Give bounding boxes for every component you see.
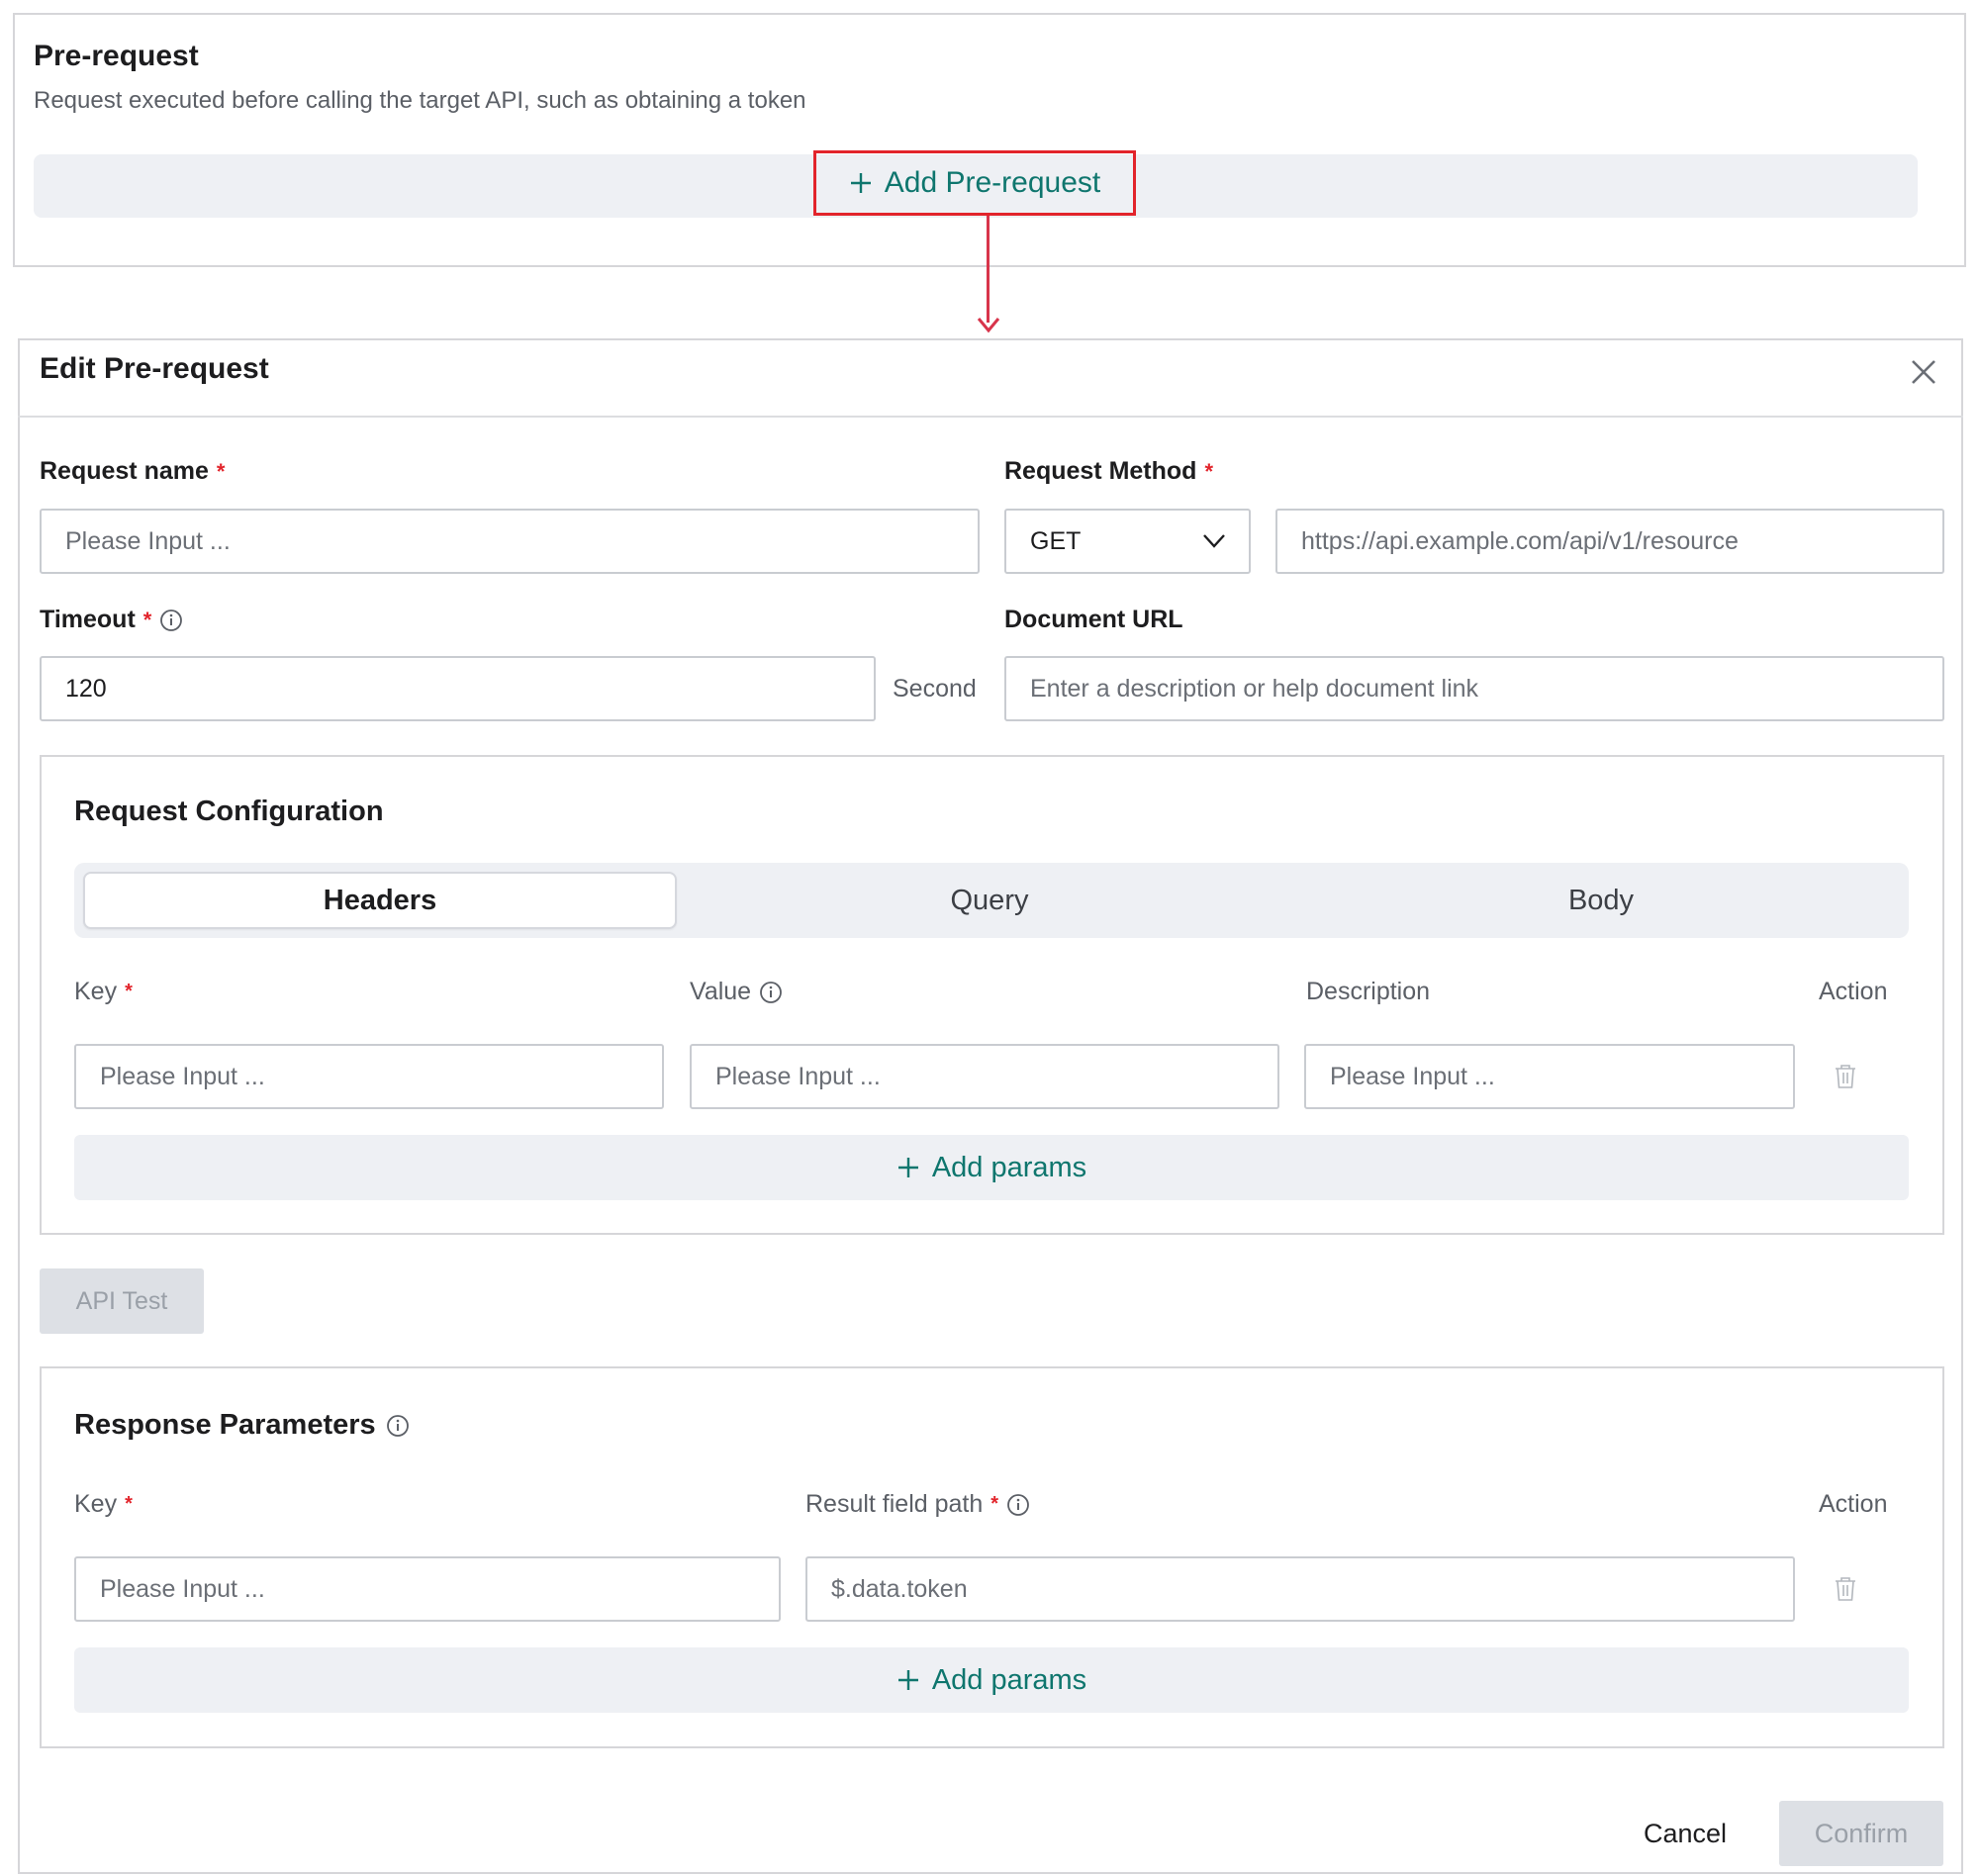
request-configuration-title: Request Configuration: [74, 796, 384, 828]
document-url-input[interactable]: Enter a description or help document lin…: [1004, 656, 1944, 721]
timeout-unit: Second: [893, 675, 977, 703]
required-mark: *: [990, 1493, 999, 1515]
required-mark: *: [1204, 458, 1214, 484]
response-column-key: Key *: [74, 1490, 133, 1519]
tab-headers[interactable]: Headers: [83, 872, 677, 929]
header-description-placeholder: Please Input ...: [1330, 1062, 1495, 1090]
chevron-down-icon: [1203, 534, 1225, 548]
required-mark: *: [125, 981, 133, 1002]
delete-response-row-button[interactable]: [1831, 1573, 1860, 1605]
response-parameters-title-text: Response Parameters: [74, 1409, 376, 1441]
header-description-input[interactable]: Please Input ...: [1304, 1044, 1795, 1109]
trash-icon: [1836, 1065, 1855, 1088]
column-action-text: Action: [1819, 978, 1888, 1005]
request-configuration-title-text: Request Configuration: [74, 796, 384, 827]
request-name-label-text: Request name: [40, 457, 209, 485]
arrow-down-icon: [977, 318, 1000, 333]
request-method-select[interactable]: GET: [1004, 509, 1251, 574]
request-method-label: Request Method *: [1004, 457, 1213, 486]
cancel-button[interactable]: Cancel: [1623, 1803, 1747, 1864]
result-field-path-input[interactable]: $.data.token: [805, 1556, 1795, 1622]
request-url-placeholder: https://api.example.com/api/v1/resource: [1301, 526, 1739, 555]
close-button[interactable]: [1904, 352, 1943, 392]
column-value: Value: [690, 978, 783, 1006]
add-header-params-button[interactable]: Add params: [74, 1135, 1909, 1200]
response-column-path-text: Result field path: [805, 1490, 984, 1518]
confirm-button[interactable]: Confirm: [1779, 1801, 1943, 1866]
required-mark: *: [125, 1493, 133, 1515]
response-column-key-text: Key: [74, 1490, 118, 1518]
add-params-label: Add params: [931, 1663, 1087, 1696]
info-icon[interactable]: [759, 981, 783, 1004]
column-action: Action: [1819, 978, 1887, 1006]
tab-body[interactable]: Body: [1304, 872, 1898, 929]
timeout-label-text: Timeout: [40, 606, 136, 633]
request-name-placeholder: Please Input ...: [65, 526, 231, 555]
add-response-params-button[interactable]: Add params: [74, 1647, 1909, 1713]
tab-query[interactable]: Query: [693, 872, 1286, 929]
document-url-placeholder: Enter a description or help document lin…: [1030, 674, 1479, 703]
info-icon[interactable]: [159, 609, 183, 632]
document-url-label-text: Document URL: [1004, 606, 1183, 633]
plus-icon: [897, 1670, 918, 1690]
column-key-text: Key: [74, 978, 118, 1005]
result-field-path-placeholder: $.data.token: [831, 1574, 968, 1603]
header-key-input[interactable]: Please Input ...: [74, 1044, 664, 1109]
annotation-arrow-line: [987, 216, 990, 323]
modal-header-divider: [18, 416, 1963, 418]
header-value-placeholder: Please Input ...: [715, 1062, 881, 1090]
header-key-placeholder: Please Input ...: [100, 1062, 265, 1090]
request-name-label: Request name *: [40, 457, 225, 486]
request-name-input[interactable]: Please Input ...: [40, 509, 980, 574]
request-method-label-text: Request Method: [1004, 457, 1197, 485]
header-value-input[interactable]: Please Input ...: [690, 1044, 1279, 1109]
column-value-text: Value: [690, 978, 752, 1005]
response-column-action: Action: [1819, 1490, 1887, 1519]
close-icon: [1912, 360, 1935, 384]
info-icon[interactable]: [386, 1414, 410, 1438]
timeout-label: Timeout *: [40, 606, 183, 634]
pre-request-description: Request executed before calling the targ…: [34, 87, 806, 114]
required-mark: *: [216, 458, 226, 484]
response-key-placeholder: Please Input ...: [100, 1574, 265, 1603]
add-pre-request-button[interactable]: Add Pre-request: [813, 150, 1136, 216]
column-description: Description: [1306, 978, 1430, 1006]
add-params-label: Add params: [931, 1151, 1087, 1183]
info-icon[interactable]: [1006, 1493, 1030, 1517]
pre-request-card: [13, 13, 1966, 267]
response-parameters-title: Response Parameters: [74, 1409, 410, 1442]
column-key: Key *: [74, 978, 133, 1006]
response-column-path: Result field path *: [805, 1490, 1030, 1519]
plus-icon: [850, 173, 871, 193]
delete-row-button[interactable]: [1831, 1061, 1860, 1092]
trash-icon: [1836, 1577, 1855, 1601]
timeout-value: 120: [65, 674, 107, 703]
required-mark: *: [142, 607, 152, 632]
response-key-input[interactable]: Please Input ...: [74, 1556, 781, 1622]
add-pre-request-label: Add Pre-request: [884, 166, 1101, 199]
plus-icon: [897, 1158, 918, 1177]
timeout-input[interactable]: 120: [40, 656, 876, 721]
response-column-action-text: Action: [1819, 1490, 1888, 1518]
modal-title: Edit Pre-request: [40, 352, 269, 385]
api-test-button[interactable]: API Test: [40, 1268, 204, 1334]
request-method-value: GET: [1030, 526, 1082, 555]
column-description-text: Description: [1306, 978, 1431, 1005]
document-url-label: Document URL: [1004, 606, 1183, 634]
pre-request-title: Pre-request: [34, 40, 199, 72]
request-url-input[interactable]: https://api.example.com/api/v1/resource: [1275, 509, 1944, 574]
